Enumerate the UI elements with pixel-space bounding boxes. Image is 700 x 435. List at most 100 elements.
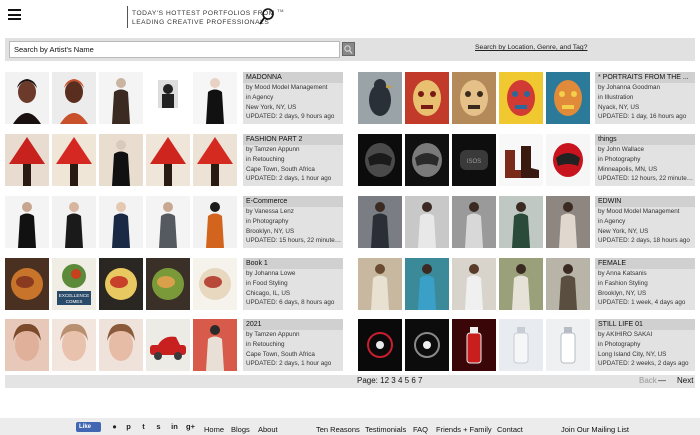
portfolio-thumbnail[interactable]	[452, 72, 496, 124]
portfolio-thumbnail[interactable]	[358, 258, 402, 310]
page-link-3[interactable]: 3	[391, 376, 395, 385]
portfolio-thumbnail[interactable]	[546, 319, 590, 371]
page-link-7[interactable]: 7	[418, 376, 422, 385]
search-icon[interactable]	[258, 7, 276, 27]
portfolio-thumbnail[interactable]	[405, 72, 449, 124]
reddit-icon[interactable]: ●	[110, 422, 119, 431]
portfolio-thumbnail[interactable]	[358, 134, 402, 186]
portfolio-thumbnail[interactable]	[546, 258, 590, 310]
portfolio-thumbnail[interactable]	[146, 258, 190, 310]
listing-title[interactable]: things	[595, 134, 695, 145]
listing-title[interactable]: EDWIN	[595, 196, 695, 207]
listing-info[interactable]: FASHION PART 2 by Tamzen Appunn in Retouch…	[243, 134, 343, 186]
listing-title[interactable]: Book 1	[243, 258, 343, 269]
portfolio-thumbnail[interactable]	[5, 196, 49, 248]
menu-icon[interactable]	[8, 9, 21, 20]
listing-title[interactable]: FEMALE	[595, 258, 695, 269]
portfolio-thumbnail[interactable]	[99, 72, 143, 124]
footer-link-ten-reasons[interactable]: Ten Reasons	[316, 425, 360, 434]
page-link-4[interactable]: 4	[398, 376, 402, 385]
portfolio-thumbnail[interactable]	[5, 72, 49, 124]
portfolio-thumbnail[interactable]	[358, 72, 402, 124]
portfolio-thumbnail[interactable]	[146, 196, 190, 248]
footer-link-blogs[interactable]: Blogs	[231, 425, 250, 434]
portfolio-thumbnail[interactable]	[452, 196, 496, 248]
footer-link-about[interactable]: About	[258, 425, 278, 434]
listing-info[interactable]: things by John Wallace in Photography Minne…	[595, 134, 695, 186]
portfolio-thumbnail[interactable]	[358, 319, 402, 371]
portfolio-thumbnail[interactable]	[146, 319, 190, 371]
portfolio-thumbnail[interactable]	[99, 258, 143, 310]
google-plus-icon[interactable]: g+	[186, 422, 195, 431]
artist-search-input[interactable]	[9, 41, 340, 58]
portfolio-thumbnail[interactable]	[499, 196, 543, 248]
portfolio-thumbnail[interactable]	[546, 72, 590, 124]
portfolio-thumbnail[interactable]	[193, 72, 237, 124]
portfolio-thumbnail[interactable]	[499, 72, 543, 124]
portfolio-thumbnail[interactable]	[193, 258, 237, 310]
portfolio-thumbnail[interactable]	[52, 196, 96, 248]
search-button[interactable]	[342, 42, 355, 56]
page-link-5[interactable]: 5	[405, 376, 409, 385]
listing-title[interactable]: STILL LIFE 01	[595, 319, 695, 330]
listing-info[interactable]: MADONNA by Mood Model Management in Agency…	[243, 72, 343, 124]
portfolio-thumbnail[interactable]: EXCELLENCE COMES	[52, 258, 96, 310]
listing-info[interactable]: STILL LIFE 01 by AKIHIRO SAKAI in Photogra…	[595, 319, 695, 371]
listing-info[interactable]: EDWIN by Mood Model Management in Agency Ne…	[595, 196, 695, 248]
portfolio-thumbnail[interactable]	[52, 72, 96, 124]
portfolio-thumbnail[interactable]	[52, 319, 96, 371]
next-link[interactable]: Next	[677, 376, 693, 385]
portfolio-thumbnail[interactable]	[99, 134, 143, 186]
portfolio-thumbnail[interactable]	[452, 258, 496, 310]
portfolio-thumbnail[interactable]	[99, 196, 143, 248]
portfolio-thumbnail[interactable]	[5, 319, 49, 371]
portfolio-thumbnail[interactable]	[405, 134, 449, 186]
footer-link-contact[interactable]: Contact	[497, 425, 523, 434]
listing-info[interactable]: FEMALE by Anna Katsanis in Fashion Styling…	[595, 258, 695, 310]
footer-link-friends-family[interactable]: Friends + Family	[436, 425, 492, 434]
listing-info[interactable]: Book 1 by Johanna Lowe in Food Styling Chic…	[243, 258, 343, 310]
portfolio-thumbnail[interactable]	[358, 196, 402, 248]
footer-link-home[interactable]: Home	[204, 425, 224, 434]
portfolio-thumbnail[interactable]	[499, 258, 543, 310]
portfolio-thumbnail[interactable]	[193, 134, 237, 186]
pinterest-icon[interactable]: p	[124, 422, 133, 431]
portfolio-thumbnail[interactable]	[193, 319, 237, 371]
tumblr-icon[interactable]: t	[139, 422, 148, 431]
portfolio-thumbnail[interactable]	[405, 258, 449, 310]
listing-info[interactable]: E-Commerce by Vanessa Lenz in Photography B…	[243, 196, 343, 248]
portfolio-thumbnail[interactable]	[5, 134, 49, 186]
listing-title[interactable]: * PORTRAITS FROM THE ...	[595, 72, 695, 83]
portfolio-thumbnail[interactable]	[405, 319, 449, 371]
portfolio-thumbnail[interactable]	[5, 258, 49, 310]
page-link-2[interactable]: 2	[385, 376, 389, 385]
page-link-6[interactable]: 6	[411, 376, 415, 385]
portfolio-thumbnail[interactable]	[52, 134, 96, 186]
listing-info[interactable]: 2021 by Tamzen Appunn in Retouching Cape To…	[243, 319, 343, 371]
listing-title[interactable]: FASHION PART 2	[243, 134, 343, 145]
portfolio-thumbnail[interactable]	[546, 196, 590, 248]
listing-location: Nyack, NY, US	[598, 103, 640, 111]
footer-link-testimonials[interactable]: Testimonials	[365, 425, 406, 434]
listing-info[interactable]: * PORTRAITS FROM THE ... by Johanna Goodm…	[595, 72, 695, 124]
linkedin-icon[interactable]: in	[170, 422, 179, 431]
portfolio-thumbnail[interactable]	[499, 134, 543, 186]
portfolio-thumbnail[interactable]: ISOS	[452, 134, 496, 186]
footer-link-faq[interactable]: FAQ	[413, 425, 428, 434]
portfolio-thumbnail[interactable]	[499, 319, 543, 371]
portfolio-thumbnail[interactable]	[193, 196, 237, 248]
stumbleupon-icon[interactable]: s	[154, 422, 163, 431]
portfolio-thumbnail[interactable]	[146, 134, 190, 186]
listing-title[interactable]: MADONNA	[243, 72, 343, 83]
portfolio-thumbnail[interactable]	[146, 72, 190, 124]
listing-location: Long Island City, NY, US	[598, 350, 667, 358]
portfolio-thumbnail[interactable]	[99, 319, 143, 371]
facebook-like-button[interactable]: Like	[76, 422, 101, 432]
portfolio-thumbnail[interactable]	[405, 196, 449, 248]
footer-link-mailing-list[interactable]: Join Our Mailing List	[561, 425, 629, 434]
portfolio-thumbnail[interactable]	[452, 319, 496, 371]
listing-title[interactable]: E-Commerce	[243, 196, 343, 207]
advanced-search-link[interactable]: Search by Location, Genre, and Tag?	[475, 44, 587, 51]
portfolio-thumbnail[interactable]	[546, 134, 590, 186]
listing-title[interactable]: 2021	[243, 319, 343, 330]
